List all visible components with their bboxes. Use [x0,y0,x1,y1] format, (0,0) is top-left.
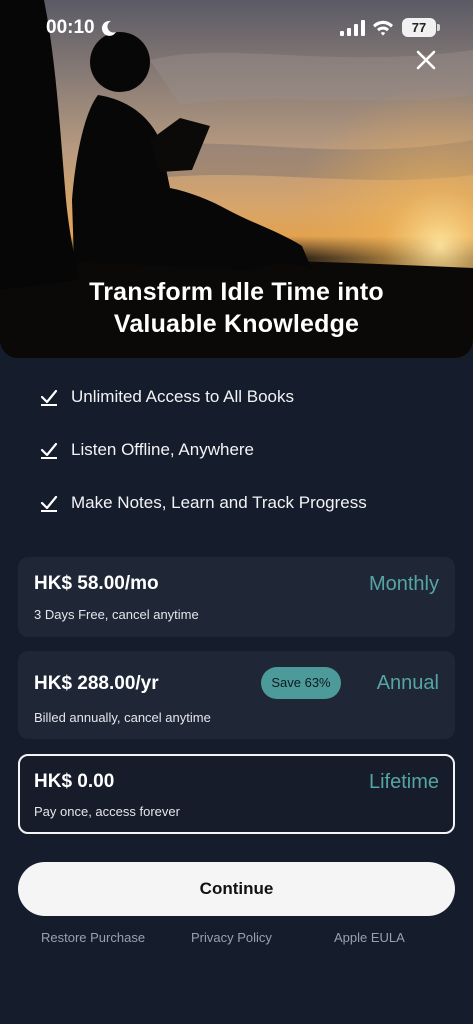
plan-price: HK$ 58.00/mo [34,573,159,594]
plan-lifetime[interactable]: HK$ 0.00 Pay once, access forever Lifeti… [18,754,455,834]
plan-annual[interactable]: HK$ 288.00/yr Billed annually, cancel an… [18,651,455,739]
savings-badge: Save 63% [261,667,341,699]
check-icon [40,495,58,512]
restore-purchase-link[interactable]: Restore Purchase [41,930,145,945]
plan-price: HK$ 288.00/yr [34,673,159,694]
plan-subtitle: Billed annually, cancel anytime [34,710,211,725]
plan-name: Annual [376,672,439,694]
wifi-icon [373,20,393,36]
hero-title-line1: Transform Idle Time into [89,278,384,306]
paywall-screen: Transform Idle Time into Valuable Knowle… [0,0,473,1024]
plan-subtitle: 3 Days Free, cancel anytime [34,607,199,622]
status-time: 00:10 [46,17,95,38]
feature-item: Unlimited Access to All Books [40,384,294,410]
feature-item: Make Notes, Learn and Track Progress [40,490,367,516]
signal-icon [340,20,365,36]
moon-icon [101,20,116,36]
hero-title-line2: Valuable Knowledge [113,310,360,338]
check-icon [40,389,58,406]
plan-price: HK$ 0.00 [34,771,115,792]
feature-item: Listen Offline, Anywhere [40,437,254,463]
plan-name: Monthly [368,573,439,595]
plan-name: Lifetime [368,771,439,793]
feature-label: Unlimited Access to All Books [71,387,294,406]
continue-button[interactable]: Continue [18,862,455,916]
plan-monthly[interactable]: HK$ 58.00/mo 3 Days Free, cancel anytime… [18,557,455,637]
battery-icon: 77 [402,18,436,37]
battery-cap [437,24,440,31]
hero-title: Transform Idle Time into Valuable Knowle… [0,276,473,340]
check-icon [40,442,58,459]
plan-subtitle: Pay once, access forever [34,804,180,819]
apple-eula-link[interactable]: Apple EULA [334,930,405,945]
close-icon[interactable] [412,46,440,74]
feature-label: Make Notes, Learn and Track Progress [71,493,367,512]
feature-label: Listen Offline, Anywhere [71,440,255,459]
status-bar: 00:10 77 [0,0,473,70]
privacy-policy-link[interactable]: Privacy Policy [191,930,272,945]
